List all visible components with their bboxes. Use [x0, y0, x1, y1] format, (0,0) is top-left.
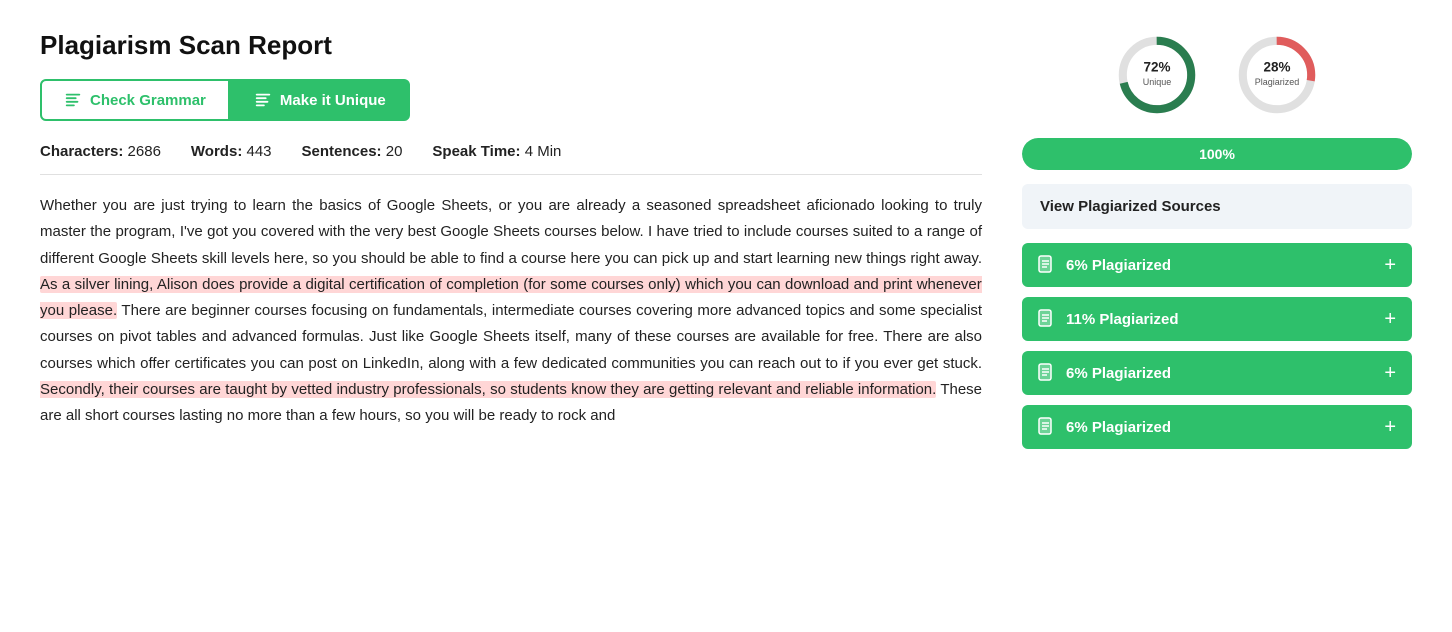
item-1-label: 11% Plagiarized: [1066, 311, 1179, 328]
plagiarism-item-1[interactable]: 11% Plagiarized +: [1022, 297, 1412, 341]
unique-donut: 72% Unique: [1112, 30, 1202, 120]
characters-stat: Characters: 2686: [40, 143, 161, 160]
svg-text:Plagiarized: Plagiarized: [1255, 77, 1300, 87]
plagiarism-items-list: 6% Plagiarized + 11% Plagiarized +: [1022, 243, 1412, 449]
item-3-label: 6% Plagiarized: [1066, 419, 1171, 436]
plagiarism-item-2[interactable]: 6% Plagiarized +: [1022, 351, 1412, 395]
progress-bar-container: 100%: [1022, 138, 1412, 170]
speak-time-stat: Speak Time: 4 Min: [432, 143, 561, 160]
view-sources-box[interactable]: View Plagiarized Sources: [1022, 184, 1412, 229]
unique-icon: [254, 91, 272, 109]
svg-text:28%: 28%: [1263, 59, 1290, 74]
expand-icon-1[interactable]: +: [1384, 309, 1396, 329]
svg-text:Unique: Unique: [1143, 77, 1172, 87]
item-0-label: 6% Plagiarized: [1066, 257, 1171, 274]
make-unique-button[interactable]: Make it Unique: [230, 79, 410, 121]
grammar-label: Check Grammar: [90, 92, 206, 109]
check-grammar-button[interactable]: Check Grammar: [40, 79, 230, 121]
score-circles: 72% Unique 28% Plagiarized: [1022, 30, 1412, 120]
doc-icon-1: [1038, 309, 1056, 329]
svg-text:72%: 72%: [1143, 59, 1170, 74]
plagiarism-item-0[interactable]: 6% Plagiarized +: [1022, 243, 1412, 287]
doc-icon-3: [1038, 417, 1056, 437]
content-body: Whether you are just trying to learn the…: [40, 193, 982, 429]
plagiarism-item-3[interactable]: 6% Plagiarized +: [1022, 405, 1412, 449]
highlighted-text-2: Secondly, their courses are taught by ve…: [40, 381, 936, 398]
page-title: Plagiarism Scan Report: [40, 30, 982, 61]
expand-icon-3[interactable]: +: [1384, 417, 1396, 437]
expand-icon-0[interactable]: +: [1384, 255, 1396, 275]
plagiarized-circle: 28% Plagiarized: [1232, 30, 1322, 120]
expand-icon-2[interactable]: +: [1384, 363, 1396, 383]
unique-label: Make it Unique: [280, 92, 386, 109]
plagiarized-donut: 28% Plagiarized: [1232, 30, 1322, 120]
unique-circle: 72% Unique: [1112, 30, 1202, 120]
doc-icon-2: [1038, 363, 1056, 383]
content-text-2: There are beginner courses focusing on f…: [40, 302, 982, 372]
content-text-1: Whether you are just trying to learn the…: [40, 197, 982, 267]
progress-bar-fill: 100%: [1022, 138, 1412, 170]
item-2-label: 6% Plagiarized: [1066, 365, 1171, 382]
words-stat: Words: 443: [191, 143, 272, 160]
doc-icon-0: [1038, 255, 1056, 275]
grammar-icon: [64, 91, 82, 109]
sentences-stat: Sentences: 20: [302, 143, 403, 160]
